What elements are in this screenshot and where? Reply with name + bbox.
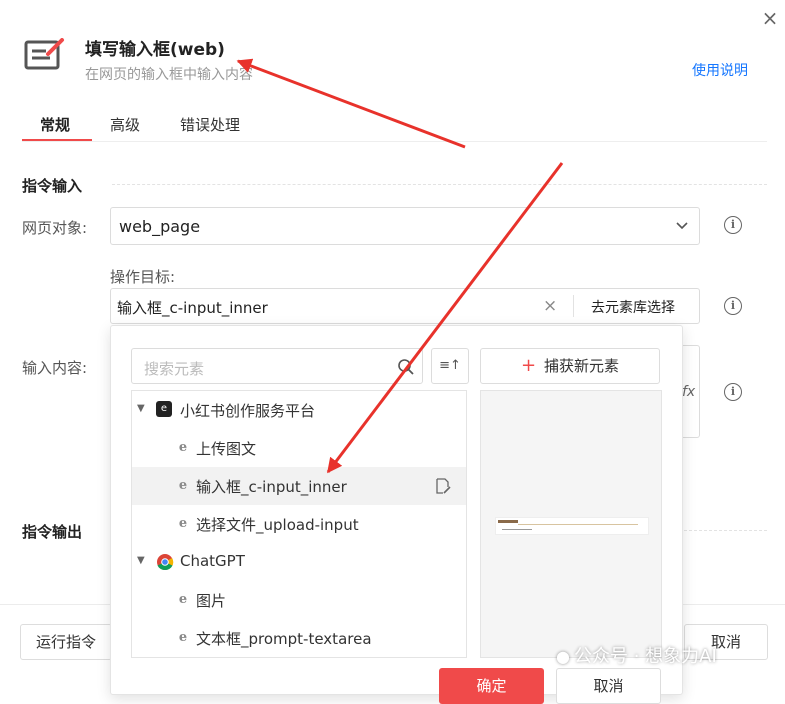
- section-title-input: 指令输入: [22, 177, 83, 195]
- watermark-text: 公众号 · 想象力AI: [573, 646, 717, 667]
- tree-item-textarea[interactable]: e 文本框_prompt-textarea: [132, 619, 466, 657]
- tree-group-chatgpt[interactable]: ▼ ChatGPT: [132, 543, 466, 581]
- xiaohongshu-logo-icon: e: [156, 401, 172, 417]
- element-library-button[interactable]: 去元素库选择: [591, 297, 675, 317]
- picker-cancel-button[interactable]: 取消: [556, 668, 661, 704]
- tree-group-label: ChatGPT: [180, 552, 245, 570]
- tabs-divider: [22, 141, 767, 142]
- element-tree: ▼ e 小红书创作服务平台 e 上传图文 e 输入框_c-input_inner…: [131, 390, 467, 658]
- search-placeholder: 搜索元素: [144, 360, 205, 378]
- section-divider: [112, 184, 767, 185]
- tab-error-handling[interactable]: 错误处理: [180, 114, 240, 135]
- input-content-label: 输入内容:: [22, 359, 88, 377]
- tree-item-label: 选择文件_upload-input: [196, 516, 359, 534]
- chrome-icon: [156, 553, 174, 575]
- info-icon[interactable]: i: [724, 297, 742, 315]
- operation-target-field[interactable]: 输入框_c-input_inner × 去元素库选择: [110, 288, 700, 324]
- tree-item-label: 文本框_prompt-textarea: [196, 630, 372, 648]
- element-search-input[interactable]: 搜索元素: [131, 348, 423, 384]
- operation-target-label: 操作目标:: [110, 268, 176, 286]
- run-instruction-button[interactable]: 运行指令: [20, 624, 112, 660]
- edit-element-icon[interactable]: [434, 477, 452, 499]
- ie-icon: e: [178, 478, 188, 493]
- watermark: ● 公众号 · 想象力AI: [556, 642, 717, 668]
- tree-item-input-selected[interactable]: e 输入框_c-input_inner: [132, 467, 466, 505]
- tree-item-label: 上传图文: [196, 440, 257, 458]
- field-separator: [573, 295, 574, 317]
- tree-item-label: 输入框_c-input_inner: [196, 478, 347, 496]
- operation-target-value: 输入框_c-input_inner: [117, 299, 268, 317]
- annotation-arrow-title: [236, 58, 466, 149]
- tab-general[interactable]: 常规: [40, 114, 70, 135]
- element-picker-panel: 搜索元素 ≡↑ + 捕获新元素 ▼ e 小红书创作服务平台 e 上传图文 e 输入…: [110, 325, 683, 704]
- caret-down-icon: ▼: [137, 555, 145, 566]
- search-icon[interactable]: [397, 358, 415, 380]
- tree-item-select-file[interactable]: e 选择文件_upload-input: [132, 505, 466, 543]
- dialog-subtitle: 在网页的输入框中输入内容: [85, 67, 253, 83]
- clear-icon[interactable]: ×: [543, 296, 557, 316]
- sort-icon[interactable]: ≡↑: [431, 348, 469, 384]
- tree-item-image[interactable]: e 图片: [132, 581, 466, 619]
- dialog-icon: [24, 38, 66, 72]
- info-icon[interactable]: i: [724, 216, 742, 234]
- element-preview: [480, 390, 662, 658]
- tree-group-xiaohongshu[interactable]: ▼ e 小红书创作服务平台: [132, 391, 466, 429]
- ie-icon: e: [178, 440, 188, 455]
- caret-down-icon: ▼: [137, 403, 145, 414]
- close-icon[interactable]: ×: [758, 6, 782, 30]
- section-title-output: 指令输出: [22, 523, 83, 541]
- tree-group-label: 小红书创作服务平台: [180, 402, 316, 420]
- fx-icon[interactable]: fx: [682, 384, 695, 400]
- web-object-select[interactable]: web_page: [110, 207, 700, 245]
- active-tab-indicator: [22, 139, 92, 141]
- info-icon[interactable]: i: [724, 383, 742, 401]
- chevron-down-icon: [675, 217, 689, 236]
- capture-button-label: 捕获新元素: [544, 357, 620, 375]
- confirm-button[interactable]: 确定: [439, 668, 544, 704]
- wechat-icon: ●: [556, 647, 570, 666]
- tab-advanced[interactable]: 高级: [110, 114, 140, 135]
- plus-icon: +: [520, 355, 537, 376]
- sort-icon-glyph: ≡↑: [439, 358, 461, 373]
- section-divider: [684, 530, 767, 531]
- dialog-title: 填写输入框(web): [85, 40, 225, 60]
- help-link[interactable]: 使用说明: [692, 60, 748, 80]
- capture-element-button[interactable]: + 捕获新元素: [480, 348, 660, 384]
- web-object-label: 网页对象:: [22, 219, 88, 237]
- ie-icon: e: [178, 592, 188, 607]
- ie-icon: e: [178, 516, 188, 531]
- preview-thumbnail: [495, 517, 649, 535]
- tree-item-upload-image[interactable]: e 上传图文: [132, 429, 466, 467]
- web-object-value: web_page: [119, 217, 201, 236]
- tree-item-label: 图片: [196, 592, 227, 610]
- ie-icon: e: [178, 630, 188, 645]
